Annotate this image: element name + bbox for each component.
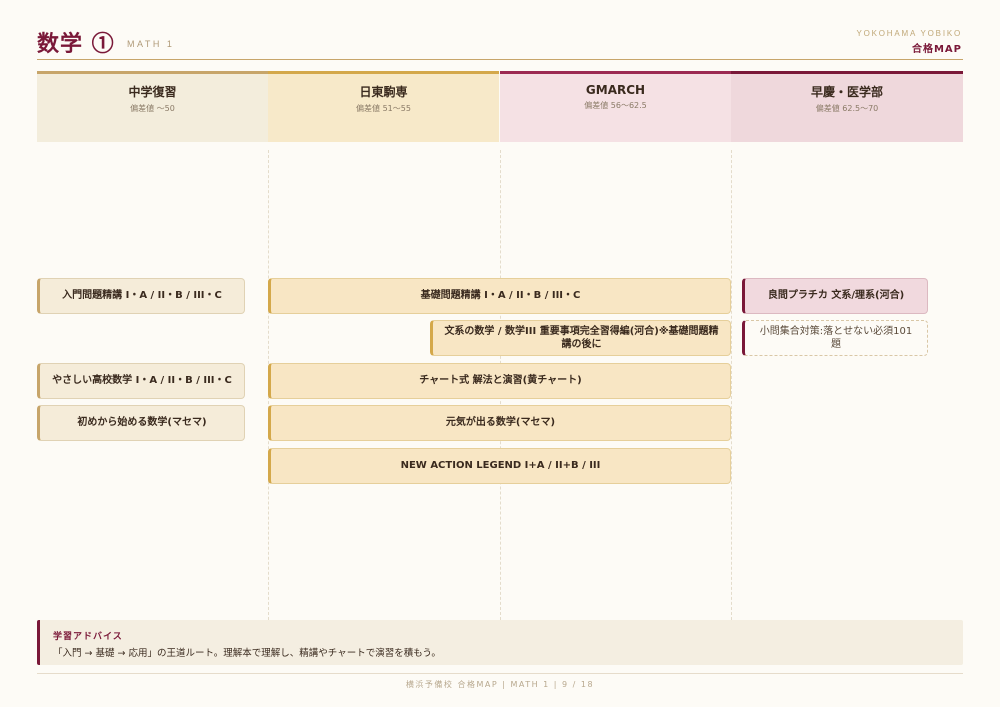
book-card-nyumon[interactable]: 入門問題精講 I・A / II・B / III・C	[37, 278, 245, 314]
column-header-gmarch: GMARCH 偏差値 56〜62.5	[500, 71, 731, 142]
book-card-genki[interactable]: 元気が出る数学(マセマ)	[268, 405, 731, 441]
book-card-hajimekara[interactable]: 初めから始める数学(マセマ)	[37, 405, 245, 441]
book-card-new-action-legend[interactable]: NEW ACTION LEGEND I+A / II+B / III	[268, 448, 731, 484]
column-header-sokei-medical: 早慶・医学部 偏差値 62.5〜70	[731, 71, 963, 142]
column-name: 日東駒専	[359, 85, 408, 99]
book-card-yasashii[interactable]: やさしい高校数学 I・A / II・B / III・C	[37, 363, 245, 399]
column-divider	[731, 150, 732, 620]
column-name: 中学復習	[128, 85, 177, 99]
book-card-bunkei-math[interactable]: 文系の数学 / 数学III 重要事項完全習得編(河合)※基礎問題精講の後に	[430, 320, 731, 356]
book-card-kiso[interactable]: 基礎問題精講 I・A / II・B / III・C	[268, 278, 731, 314]
footer-divider	[37, 673, 963, 674]
advice-text: 「入門 → 基礎 → 応用」の王道ルート。理解本で理解し、精講やチャートで演習を…	[53, 648, 441, 659]
header-divider	[37, 59, 963, 60]
brand-subtitle: 合格MAP	[911, 44, 962, 55]
page-footer: 横浜予備校 合格MAP | MATH 1 | 9 / 18	[405, 680, 595, 689]
book-card-ryomon-platica[interactable]: 良問プラチカ 文系/理系(河合)	[742, 278, 928, 314]
advice-box: 学習アドバイス 「入門 → 基礎 → 応用」の王道ルート。理解本で理解し、精講や…	[37, 620, 963, 665]
column-deviation: 偏差値 51〜55	[356, 104, 411, 113]
column-deviation: 偏差値 〜50	[130, 104, 175, 113]
advice-label: 学習アドバイス	[53, 632, 123, 642]
page-subtitle: MATH 1	[127, 39, 175, 49]
column-header-nittokomasen: 日東駒専 偏差値 51〜55	[268, 71, 499, 142]
column-deviation: 偏差値 56〜62.5	[584, 101, 647, 110]
book-card-shomon-101[interactable]: 小問集合対策:落とせない必須101題	[742, 320, 928, 356]
column-header-junior-high: 中学復習 偏差値 〜50	[37, 71, 268, 142]
brand-name: YOKOHAMA YOBIKO	[856, 29, 962, 38]
page-title: 数学 ①	[37, 31, 115, 57]
column-name: 早慶・医学部	[810, 85, 883, 99]
column-name: GMARCH	[585, 83, 646, 97]
column-deviation: 偏差値 62.5〜70	[815, 104, 879, 113]
book-card-yellow-chart[interactable]: チャート式 解法と演習(黄チャート)	[268, 363, 731, 399]
